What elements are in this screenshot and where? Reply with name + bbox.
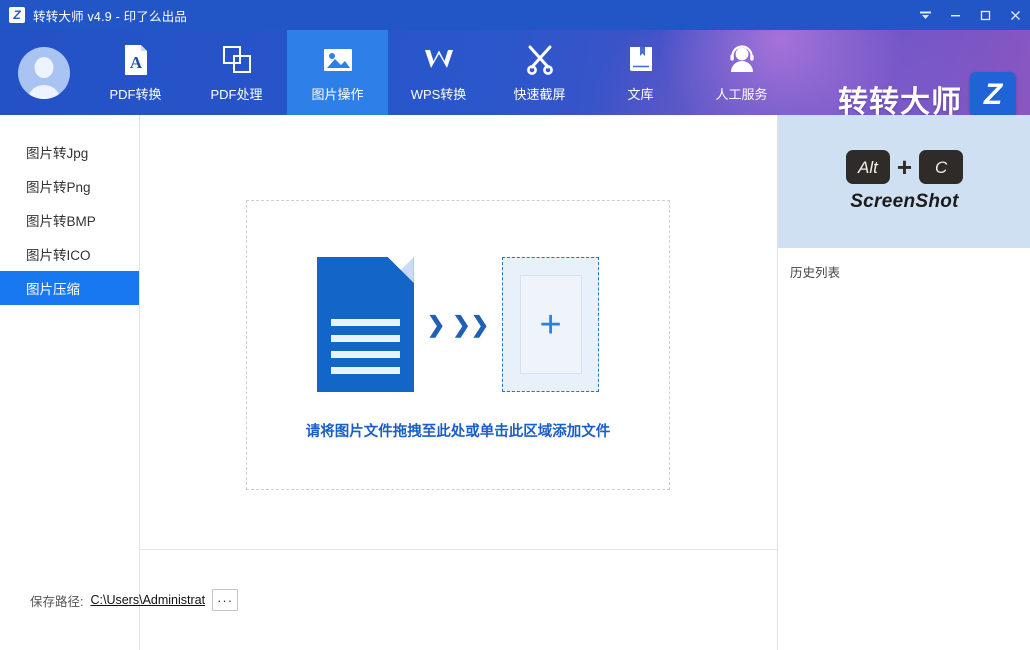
nav-item-pdf-convert[interactable]: A PDF转换 (85, 30, 186, 115)
chevron-right-icon: ❯ (427, 314, 445, 336)
right-panel: Alt + C ScreenShot 历史列表 (777, 115, 1030, 650)
sidebar-item-image-to-png[interactable]: 图片转Png (0, 169, 139, 203)
sidebar-item-label: 图片转Jpg (26, 142, 88, 162)
c-key-cap: C (919, 150, 963, 184)
book-library-icon (624, 43, 658, 77)
sidebar-item-label: 图片转BMP (26, 210, 96, 230)
dropzone-graphic: ❯ ❯❯ + (247, 257, 669, 392)
nav-label: PDF转换 (109, 84, 161, 103)
nav-label: 人工服务 (715, 84, 767, 103)
sidebar-item-label: 图片转Png (26, 176, 91, 196)
plus-icon: + (520, 275, 582, 374)
nav-label: 快速截屏 (513, 84, 565, 103)
headset-support-icon (725, 43, 759, 77)
avatar-body (27, 85, 61, 99)
save-path-label: 保存路径: (30, 591, 83, 610)
brand-name-text: 转转大师 (838, 86, 962, 115)
maximize-button[interactable] (970, 0, 1000, 30)
title-bar: Z 转转大师 v4.9 - 印了么出品 (0, 0, 1030, 30)
add-file-placeholder[interactable]: + (502, 257, 599, 392)
sidebar: 图片转Jpg 图片转Png 图片转BMP 图片转ICO 图片压缩 (0, 115, 140, 650)
window-controls (910, 0, 1030, 30)
screenshot-caption: ScreenShot (850, 191, 959, 213)
sidebar-item-image-to-bmp[interactable]: 图片转BMP (0, 203, 139, 237)
pdf-convert-icon: A (119, 43, 153, 77)
header-toolbar: A PDF转换 PDF处理 (0, 30, 1030, 115)
chevron-double-right-icon: ❯❯ (452, 314, 489, 336)
sidebar-item-image-to-jpg[interactable]: 图片转Jpg (0, 135, 139, 169)
avatar[interactable] (18, 47, 70, 99)
bottom-divider (140, 549, 777, 550)
image-operation-icon (321, 43, 355, 77)
browse-folder-button[interactable]: ··· (212, 589, 238, 611)
nav-item-wps-convert[interactable]: WPS转换 (388, 30, 489, 115)
svg-text:A: A (129, 53, 142, 72)
history-list-title: 历史列表 (778, 248, 1030, 281)
save-path-bar: 保存路径: C:\Users\Administrat ··· (0, 585, 777, 615)
scissors-screenshot-icon (523, 43, 557, 77)
sidebar-item-image-to-ico[interactable]: 图片转ICO (0, 237, 139, 271)
minimize-icon (949, 9, 962, 22)
wps-convert-icon (422, 43, 456, 77)
sidebar-item-label: 图片压缩 (26, 278, 80, 298)
close-button[interactable] (1000, 0, 1030, 30)
pdf-process-icon (220, 43, 254, 77)
nav-label: 图片操作 (311, 84, 363, 103)
file-dropzone[interactable]: ❯ ❯❯ + 请将图片文件拖拽至此处或单击此区域添加文件 (246, 200, 670, 490)
nav-label: WPS转换 (411, 84, 467, 103)
brand-logo: 转转大师 V4.9 Z (838, 72, 1016, 115)
window-title: 转转大师 v4.9 - 印了么出品 (33, 6, 187, 25)
avatar-head (35, 57, 54, 78)
screenshot-promo-banner[interactable]: Alt + C ScreenShot (778, 115, 1030, 248)
collapse-button[interactable] (910, 0, 940, 30)
save-path-value[interactable]: C:\Users\Administrat (90, 593, 205, 607)
shortcut-keys: Alt + C (846, 150, 963, 184)
document-icon (317, 257, 414, 392)
minimize-button[interactable] (940, 0, 970, 30)
maximize-icon (979, 9, 992, 22)
document-fold-corner (388, 257, 414, 283)
main-content: ❯ ❯❯ + 请将图片文件拖拽至此处或单击此区域添加文件 (140, 115, 777, 650)
brand-logo-icon: Z (970, 72, 1016, 115)
nav-item-human-service[interactable]: 人工服务 (691, 30, 792, 115)
nav-label: PDF处理 (210, 84, 262, 103)
app-logo-icon: Z (9, 7, 25, 23)
plus-sign-icon: + (897, 154, 912, 180)
nav-item-pdf-process[interactable]: PDF处理 (186, 30, 287, 115)
close-icon (1009, 9, 1022, 22)
nav-item-library[interactable]: 文库 (590, 30, 691, 115)
sidebar-item-label: 图片转ICO (26, 244, 91, 264)
sidebar-item-image-compress[interactable]: 图片压缩 (0, 271, 139, 305)
alt-key-cap: Alt (846, 150, 890, 184)
application-window: Z 转转大师 v4.9 - 印了么出品 (0, 0, 1030, 650)
nav-item-image-operation[interactable]: 图片操作 (287, 30, 388, 115)
chevron-down-icon (919, 9, 932, 22)
main-navigation: A PDF转换 PDF处理 (85, 30, 792, 115)
document-lines (331, 319, 400, 383)
arrow-icons: ❯ ❯❯ (427, 314, 489, 336)
brand-name: 转转大师 V4.9 (838, 88, 962, 115)
dropzone-hint: 请将图片文件拖拽至此处或单击此区域添加文件 (247, 420, 669, 441)
nav-label: 文库 (627, 84, 653, 103)
nav-item-quick-screenshot[interactable]: 快速截屏 (489, 30, 590, 115)
